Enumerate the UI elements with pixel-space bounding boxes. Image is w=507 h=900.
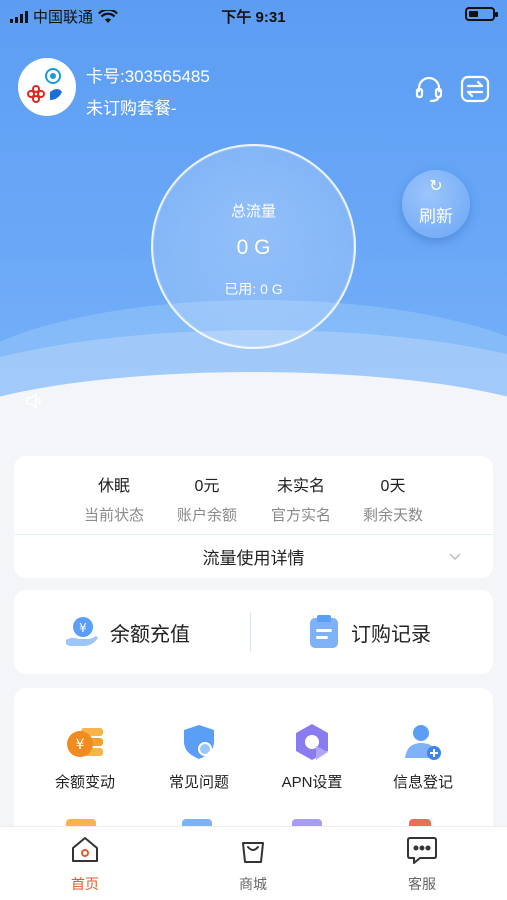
tab-label: 客服 (408, 876, 436, 892)
hero-curve (0, 372, 507, 445)
usage-used: 已用: 0 G (224, 281, 283, 297)
divider (14, 534, 493, 535)
account-stats-card: 休眠 当前状态 0元 账户余额 未实名 官方实名 0天 剩余天数 流量使用详情 (14, 456, 493, 578)
bottom-tab-bar: 首页 商城 客服 (0, 826, 507, 900)
stat-realname: 未实名 官方实名 (251, 472, 351, 525)
stat-days: 0天 剩余天数 (343, 472, 443, 525)
stat-label: 账户余额 (176, 507, 237, 524)
tab-support[interactable]: 客服 (362, 835, 482, 894)
usage-title: 总流量 (230, 203, 276, 220)
headset-icon[interactable] (412, 72, 446, 106)
header-hero: 中国联通 下午 9:31 卡号:303565485 未订购套餐- 总流量 0 G… (0, 0, 507, 445)
shield-search-icon (179, 722, 219, 762)
stat-value: 0天 (380, 478, 406, 495)
divider (250, 612, 251, 652)
stat-value: 0元 (194, 478, 220, 495)
stat-value: 休眠 (97, 478, 130, 495)
svg-text:¥: ¥ (79, 621, 87, 635)
recharge-icon: ¥ (66, 617, 98, 646)
stat-balance: 0元 账户余额 (157, 472, 257, 525)
stat-label: 剩余天数 (362, 507, 423, 524)
switch-icon[interactable] (458, 72, 492, 106)
clipboard-icon (310, 615, 338, 648)
order-history-button[interactable]: 订购记录 (307, 590, 431, 674)
user-add-icon (403, 722, 443, 762)
hexagon-settings-icon (292, 722, 332, 762)
grid-item-label: 余额变动 (54, 774, 115, 791)
grid-item-label: APN设置 (281, 774, 343, 791)
refresh-button[interactable]: ↻ 刷新 (402, 170, 470, 238)
grid-item-label: 信息登记 (392, 774, 453, 791)
usage-total: 0 G (236, 236, 271, 259)
speaker-icon[interactable] (25, 392, 45, 415)
refresh-label: 刷新 (419, 207, 453, 226)
home-icon (72, 837, 98, 862)
grid-item-info-registration[interactable]: 信息登记 (368, 722, 478, 792)
quick-actions-card: ¥ 余额充值 订购记录 (14, 590, 493, 674)
battery-icon (465, 7, 498, 21)
grid-item-balance-changes[interactable]: ¥ 余额变动 (30, 722, 140, 792)
stat-label: 官方实名 (270, 507, 331, 524)
status-bar: 中国联通 下午 9:31 (0, 0, 507, 30)
usage-detail-toggle[interactable]: 流量使用详情 (14, 544, 493, 569)
svg-text:¥: ¥ (76, 737, 85, 753)
tab-label: 商城 (239, 876, 267, 892)
data-usage-circle: 总流量 0 G 已用: 0 G (151, 144, 356, 349)
chevron-down-icon[interactable] (449, 548, 461, 566)
tab-label: 首页 (71, 876, 99, 892)
shopping-bag-icon (242, 842, 264, 863)
card-number: 卡号:303565485 (86, 67, 210, 86)
refresh-icon: ↻ (429, 178, 443, 195)
stat-value: 未实名 (276, 478, 325, 495)
chat-icon (407, 837, 437, 864)
tab-home[interactable]: 首页 (25, 835, 145, 894)
stat-status: 休眠 当前状态 (64, 472, 164, 525)
order-history-label: 订购记录 (351, 623, 431, 646)
recharge-button[interactable]: ¥ 余额充值 (64, 590, 190, 674)
recharge-label: 余额充值 (110, 623, 190, 646)
grid-item-label: 常见问题 (168, 774, 229, 791)
status-time: 下午 9:31 (221, 9, 286, 26)
coins-icon: ¥ (65, 722, 105, 762)
tab-mall[interactable]: 商城 (193, 835, 313, 894)
stat-label: 当前状态 (83, 507, 144, 524)
carrier-logo (18, 58, 76, 116)
grid-item-faq[interactable]: 常见问题 (144, 722, 254, 792)
plan-status: 未订购套餐- (86, 99, 177, 118)
grid-item-apn-settings[interactable]: APN设置 (257, 722, 367, 792)
